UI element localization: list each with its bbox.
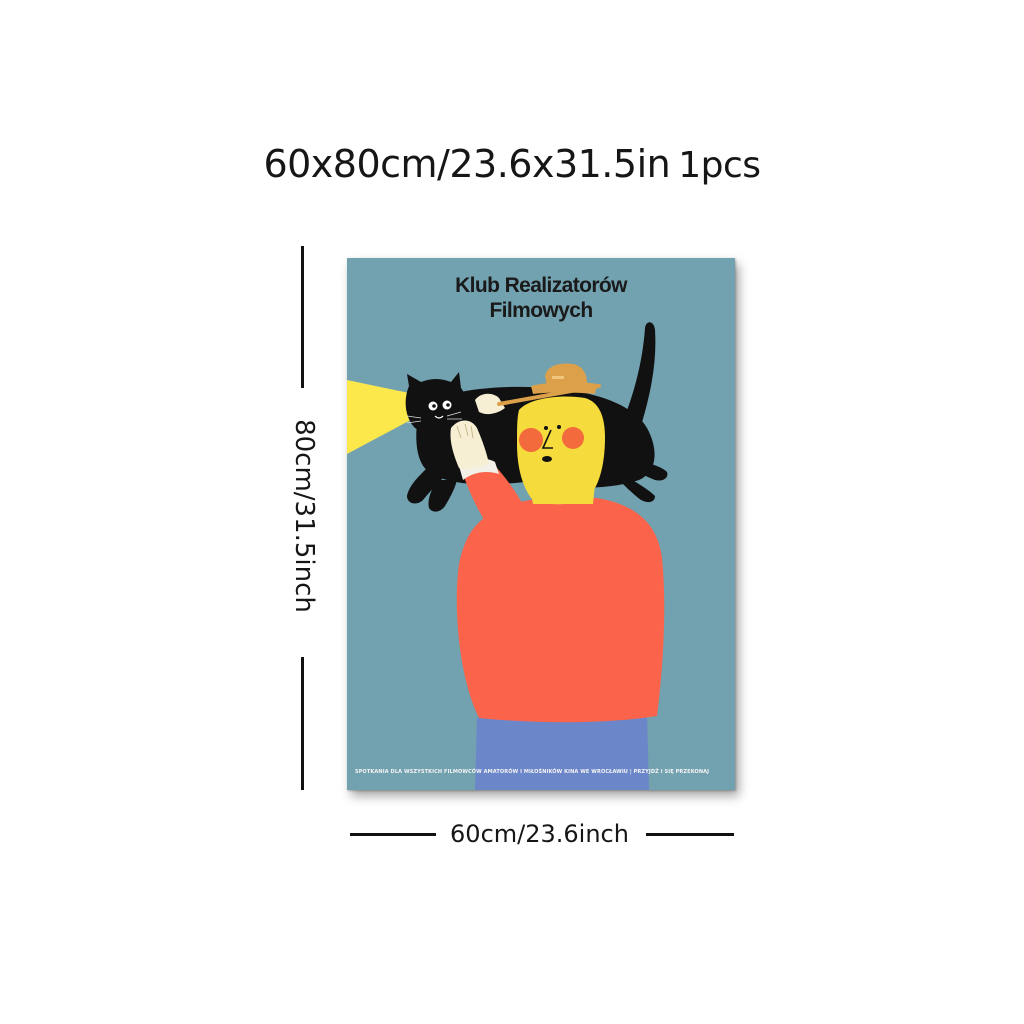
- mouth: [542, 456, 552, 462]
- poster-title-line2: Filmowych: [489, 299, 593, 322]
- trousers: [475, 711, 649, 790]
- width-dimension-line-right: [646, 833, 734, 836]
- height-dimension-line-bottom: [301, 657, 304, 790]
- height-dimension-line-top: [301, 246, 304, 388]
- eye-left: [544, 426, 548, 430]
- poster-title-line1: Klub Realizatorów: [455, 274, 627, 297]
- width-dimension-line-left: [350, 833, 436, 836]
- poster-canvas: Klub Realizatorów Filmowych SPOTKANIA DL…: [347, 258, 735, 790]
- poster-title: Klub Realizatorów Filmowych: [347, 273, 735, 323]
- poster-footer: SPOTKANIA DLA WSZYSTKICH FILMOWCÓW AMATO…: [355, 769, 710, 775]
- sweater: [456, 496, 665, 723]
- size-text: 60x80cm/23.6x31.5in: [263, 142, 671, 186]
- width-label: 60cm/23.6inch: [450, 820, 629, 848]
- size-headline: 60x80cm/23.6x31.5in 1pcs: [0, 136, 1024, 192]
- poster-illustration: [347, 322, 668, 790]
- cheek-left: [519, 428, 543, 452]
- cheek-right: [562, 427, 584, 449]
- quantity-text: 1pcs: [678, 145, 761, 186]
- height-label: 80cm/31.5inch: [289, 419, 319, 613]
- eye-right: [557, 425, 561, 429]
- cat-leg-back-2: [623, 478, 655, 503]
